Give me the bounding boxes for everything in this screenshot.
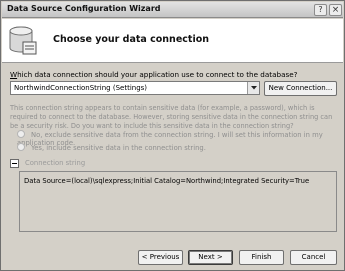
collapse-toggle[interactable]: [10, 159, 19, 168]
database-icon: [9, 26, 37, 55]
connection-select[interactable]: NorthwindConnectionString (Settings): [10, 81, 260, 95]
chevron-down-icon: [251, 86, 257, 90]
radio-exclude[interactable]: [17, 130, 25, 138]
close-button[interactable]: ×: [329, 4, 342, 16]
help-button[interactable]: ?: [314, 4, 327, 16]
include-sensitive-option[interactable]: Yes, include sensitive data in the conne…: [17, 143, 206, 152]
wizard-window: Data Source Configuration Wizard ? × Cho…: [0, 0, 345, 271]
previous-button[interactable]: < Previous: [138, 250, 183, 265]
finish-button[interactable]: Finish: [239, 250, 284, 265]
question-text: hich data connection should your applica…: [17, 70, 298, 79]
wizard-header: Choose your data connection: [2, 19, 343, 63]
sensitive-data-info: This connection string appears to contai…: [10, 104, 333, 130]
connection-string-value: Data Source=(local)\sqlexpress;Initial C…: [24, 177, 310, 185]
title-bar: Data Source Configuration Wizard ? ×: [2, 2, 343, 18]
radio-include[interactable]: [17, 143, 25, 151]
include-sensitive-label: Yes, include sensitive data in the conne…: [31, 144, 206, 152]
connection-string-box[interactable]: Data Source=(local)\sqlexpress;Initial C…: [19, 171, 337, 232]
connection-question: Which data connection should your applic…: [10, 70, 297, 79]
dropdown-button[interactable]: [247, 82, 259, 94]
page-title: Choose your data connection: [53, 34, 209, 45]
cancel-button[interactable]: Cancel: [290, 250, 337, 265]
new-connection-button[interactable]: New Connection...: [264, 81, 337, 96]
next-button[interactable]: Next >: [188, 250, 233, 265]
window-title: Data Source Configuration Wizard: [7, 4, 161, 13]
connection-select-value: NorthwindConnectionString (Settings): [14, 84, 148, 92]
connection-string-label: Connection string: [25, 159, 86, 167]
